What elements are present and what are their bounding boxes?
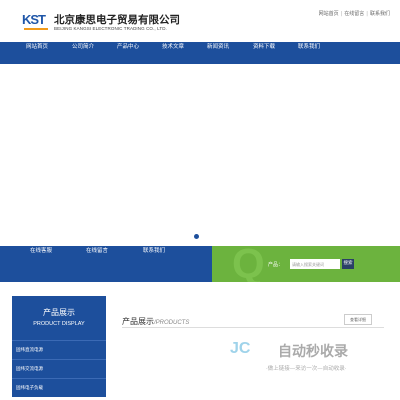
- sidebar-item-dc-power[interactable]: 固纬直流电源: [12, 340, 106, 359]
- sidebar-item-ac-power[interactable]: 固纬交流电源: [12, 359, 106, 378]
- toplink-separator: |: [340, 11, 343, 17]
- sidebar-header: 产品展示 PRODUCT DISPLAY: [12, 296, 106, 340]
- nav-item-products[interactable]: 产品中心: [117, 42, 139, 64]
- toplink-home[interactable]: 网站首页: [319, 10, 339, 17]
- link-online-service[interactable]: 在线客服: [30, 246, 52, 282]
- site-header: KST 北京康思电子贸易有限公司 BEIJING KANGSI ELECTRON…: [0, 0, 400, 42]
- nav-item-news[interactable]: 新闻资讯: [207, 42, 229, 64]
- section-divider: [122, 327, 384, 328]
- nav-item-downloads[interactable]: 资料下载: [253, 42, 275, 64]
- more-details-button[interactable]: 查看详细: [344, 314, 372, 325]
- company-name-cn: 北京康思电子贸易有限公司: [54, 14, 180, 26]
- toplink-separator: |: [366, 11, 368, 17]
- quick-links-bar: Q 在线客服 在线留言 联系我们 产品： 搜索: [0, 246, 400, 282]
- logo-mark-text: KST: [22, 12, 46, 27]
- section-title-en: /PRODUCTS: [154, 320, 190, 326]
- top-links: 网站首页 | 在线留言 | 联系我们: [319, 10, 390, 17]
- watermark: JC 自动秒收录 ·做上链接—来访一次—自动收录·: [230, 340, 390, 380]
- nav-item-articles[interactable]: 技术文章: [162, 42, 184, 64]
- nav-item-home[interactable]: 网站首页: [26, 42, 48, 64]
- watermark-subtext: ·做上链接—来访一次—自动收录·: [266, 366, 347, 372]
- section-title-cn: 产品展示: [122, 317, 154, 326]
- search-label: 产品：: [268, 262, 284, 268]
- sidebar-title-cn: 产品展示: [43, 308, 75, 317]
- nav-item-about[interactable]: 公司简介: [72, 42, 94, 64]
- link-contact-us[interactable]: 联系我们: [143, 246, 165, 282]
- search-button[interactable]: 搜索: [342, 259, 354, 269]
- sidebar-title-en: PRODUCT DISPLAY: [33, 321, 85, 327]
- main-nav: 网站首页 公司简介 产品中心 技术文章 新闻资讯 资料下载 联系我们: [0, 42, 400, 64]
- logo-accent-bar: [24, 28, 48, 30]
- toplink-contact[interactable]: 联系我们: [370, 10, 390, 17]
- search-input[interactable]: [290, 259, 340, 269]
- product-sidebar: 产品展示 PRODUCT DISPLAY 固纬直流电源 固纬交流电源 固纬电子负…: [12, 296, 106, 400]
- toplink-message[interactable]: 在线留言: [344, 10, 364, 17]
- search-decoration-icon: Q: [232, 246, 265, 282]
- watermark-logo: JC: [230, 340, 251, 357]
- watermark-text: 自动秒收录: [278, 344, 348, 360]
- nav-item-contact[interactable]: 联系我们: [298, 42, 320, 64]
- company-name-en: BEIJING KANGSI ELECTRONIC TRADING CO., L…: [54, 26, 167, 31]
- hero-banner: [0, 64, 400, 246]
- company-logo[interactable]: KST: [22, 10, 50, 32]
- link-online-message[interactable]: 在线留言: [86, 246, 108, 282]
- section-title: 产品展示/PRODUCTS: [122, 316, 189, 327]
- slider-dot[interactable]: [194, 234, 199, 239]
- sidebar-item-electronic-load[interactable]: 固纬电子负载: [12, 378, 106, 397]
